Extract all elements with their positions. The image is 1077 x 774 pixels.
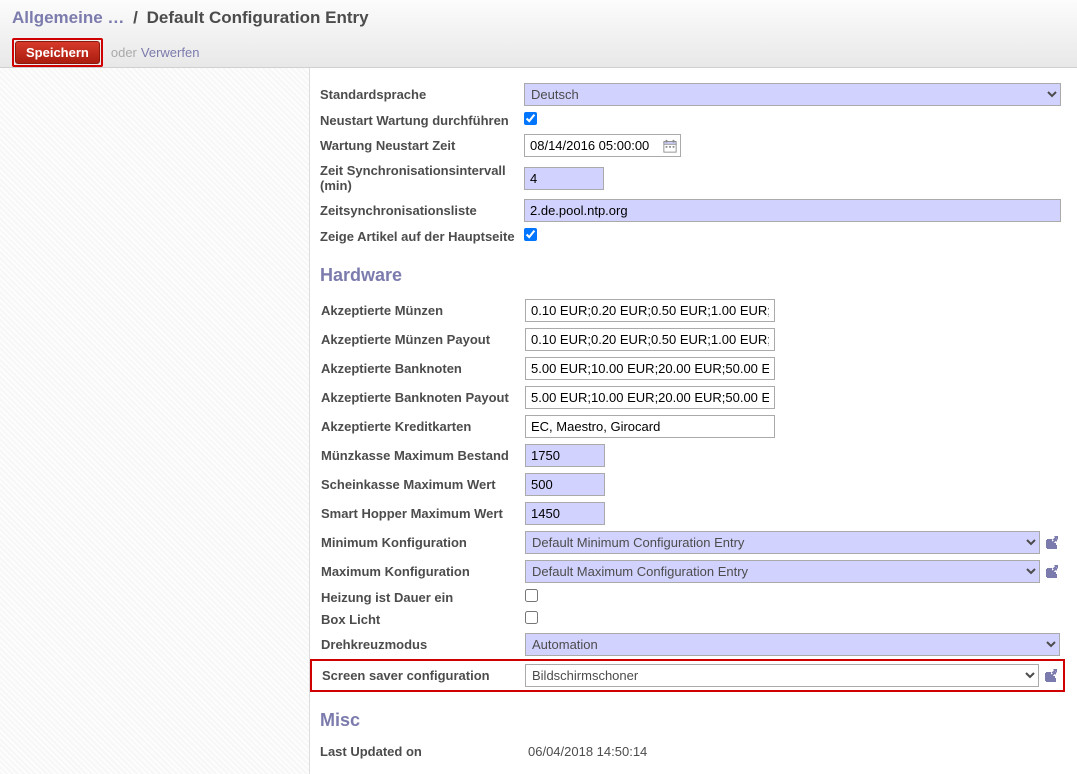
external-link-icon[interactable] (1044, 535, 1060, 551)
label-standardsprache: Standardsprache (310, 80, 520, 109)
label-max-konfig: Maximum Konfiguration (311, 557, 521, 586)
label-zeige-artikel: Zeige Artikel auf der Hauptseite (310, 225, 520, 247)
scheinkasse-max-input[interactable] (525, 473, 605, 496)
label-box-licht: Box Licht (311, 608, 521, 630)
save-button[interactable]: Speichern (15, 41, 100, 64)
smart-hopper-max-input[interactable] (525, 502, 605, 525)
breadcrumb-current: Default Configuration Entry (147, 8, 369, 27)
banknoten-payout-input[interactable] (525, 386, 775, 409)
label-min-konfig: Minimum Konfiguration (311, 528, 521, 557)
left-panel (0, 68, 310, 774)
zeige-artikel-checkbox[interactable] (524, 228, 537, 241)
neustart-checkbox[interactable] (524, 112, 537, 125)
label-scheinkasse-max: Scheinkasse Maximum Wert (311, 470, 521, 499)
label-muenzen-payout: Akzeptierte Münzen Payout (311, 325, 521, 354)
muenzen-payout-input[interactable] (525, 328, 775, 351)
label-last-updated: Last Updated on (310, 741, 520, 762)
last-updated-value: 06/04/2018 14:50:14 (524, 744, 647, 759)
breadcrumb: Allgemeine … / Default Configuration Ent… (12, 8, 1065, 28)
kreditkarten-input[interactable] (525, 415, 775, 438)
external-link-icon[interactable] (1044, 564, 1060, 580)
hardware-title: Hardware (310, 247, 1065, 296)
label-wartung-zeit: Wartung Neustart Zeit (310, 131, 520, 160)
sync-intervall-input[interactable] (524, 167, 604, 190)
label-banknoten-payout: Akzeptierte Banknoten Payout (311, 383, 521, 412)
external-link-icon[interactable] (1043, 668, 1059, 684)
standardsprache-select[interactable]: Deutsch (524, 83, 1061, 106)
wartung-zeit-input[interactable] (525, 135, 660, 156)
calendar-icon[interactable] (663, 139, 677, 153)
label-muenzkasse-max: Münzkasse Maximum Bestand (311, 441, 521, 470)
label-heizung: Heizung ist Dauer ein (311, 586, 521, 608)
min-konfig-select[interactable]: Default Minimum Configuration Entry (525, 531, 1040, 554)
muenzkasse-max-input[interactable] (525, 444, 605, 467)
label-smart-hopper-max: Smart Hopper Maximum Wert (311, 499, 521, 528)
label-neustart: Neustart Wartung durchführen (310, 109, 520, 131)
label-screen-saver: Screen saver configuration (311, 660, 521, 691)
discard-link[interactable]: Verwerfen (141, 45, 200, 60)
label-kreditkarten: Akzeptierte Kreditkarten (311, 412, 521, 441)
max-konfig-select[interactable]: Default Maximum Configuration Entry (525, 560, 1040, 583)
breadcrumb-parent[interactable]: Allgemeine … (12, 8, 124, 27)
label-sync-liste: Zeitsynchronisationsliste (310, 196, 520, 225)
box-licht-checkbox[interactable] (525, 611, 538, 624)
screen-saver-select[interactable]: Bildschirmschoner (525, 664, 1039, 687)
misc-title: Misc (310, 692, 1065, 741)
breadcrumb-separator: / (129, 8, 142, 27)
label-banknoten: Akzeptierte Banknoten (311, 354, 521, 383)
heizung-checkbox[interactable] (525, 589, 538, 602)
label-muenzen: Akzeptierte Münzen (311, 296, 521, 325)
label-drehkreuz: Drehkreuzmodus (311, 630, 521, 660)
sync-liste-input[interactable] (524, 199, 1061, 222)
banknoten-input[interactable] (525, 357, 775, 380)
drehkreuz-select[interactable]: Automation (525, 633, 1060, 656)
label-sync-intervall: Zeit Synchronisationsintervall (min) (310, 160, 520, 196)
muenzen-input[interactable] (525, 299, 775, 322)
or-text: oder (111, 45, 137, 60)
